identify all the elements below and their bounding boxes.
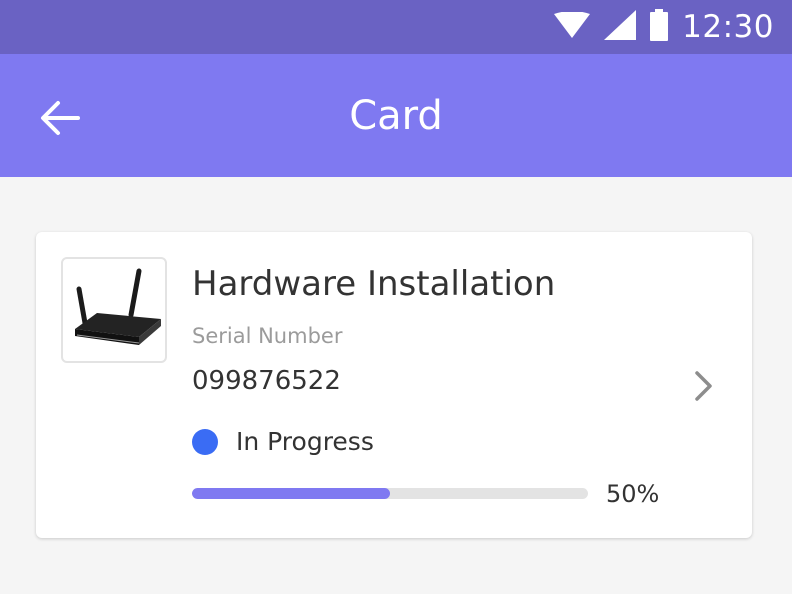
card-title: Hardware Installation <box>192 264 556 304</box>
status-time: 12:30 <box>682 9 774 45</box>
progress-bar <box>192 488 588 499</box>
cellular-signal-icon <box>604 10 637 44</box>
router-image <box>61 257 167 363</box>
app-bar: Card <box>0 54 792 177</box>
progress-fill <box>192 488 390 499</box>
progress-percentage: 50% <box>606 480 660 508</box>
serial-number-label: Serial Number <box>192 324 343 348</box>
installation-card[interactable]: Hardware Installation Serial Number 0998… <box>36 232 752 538</box>
page-title: Card <box>349 93 443 139</box>
chevron-right-icon[interactable] <box>690 369 718 403</box>
wifi-icon <box>554 11 591 42</box>
status-icons: 12:30 <box>554 0 774 54</box>
serial-number-value: 099876522 <box>192 366 341 396</box>
status-bar: 12:30 <box>0 0 792 54</box>
status-dot-icon <box>192 429 218 455</box>
status-label: In Progress <box>236 427 374 456</box>
battery-icon <box>650 9 669 45</box>
